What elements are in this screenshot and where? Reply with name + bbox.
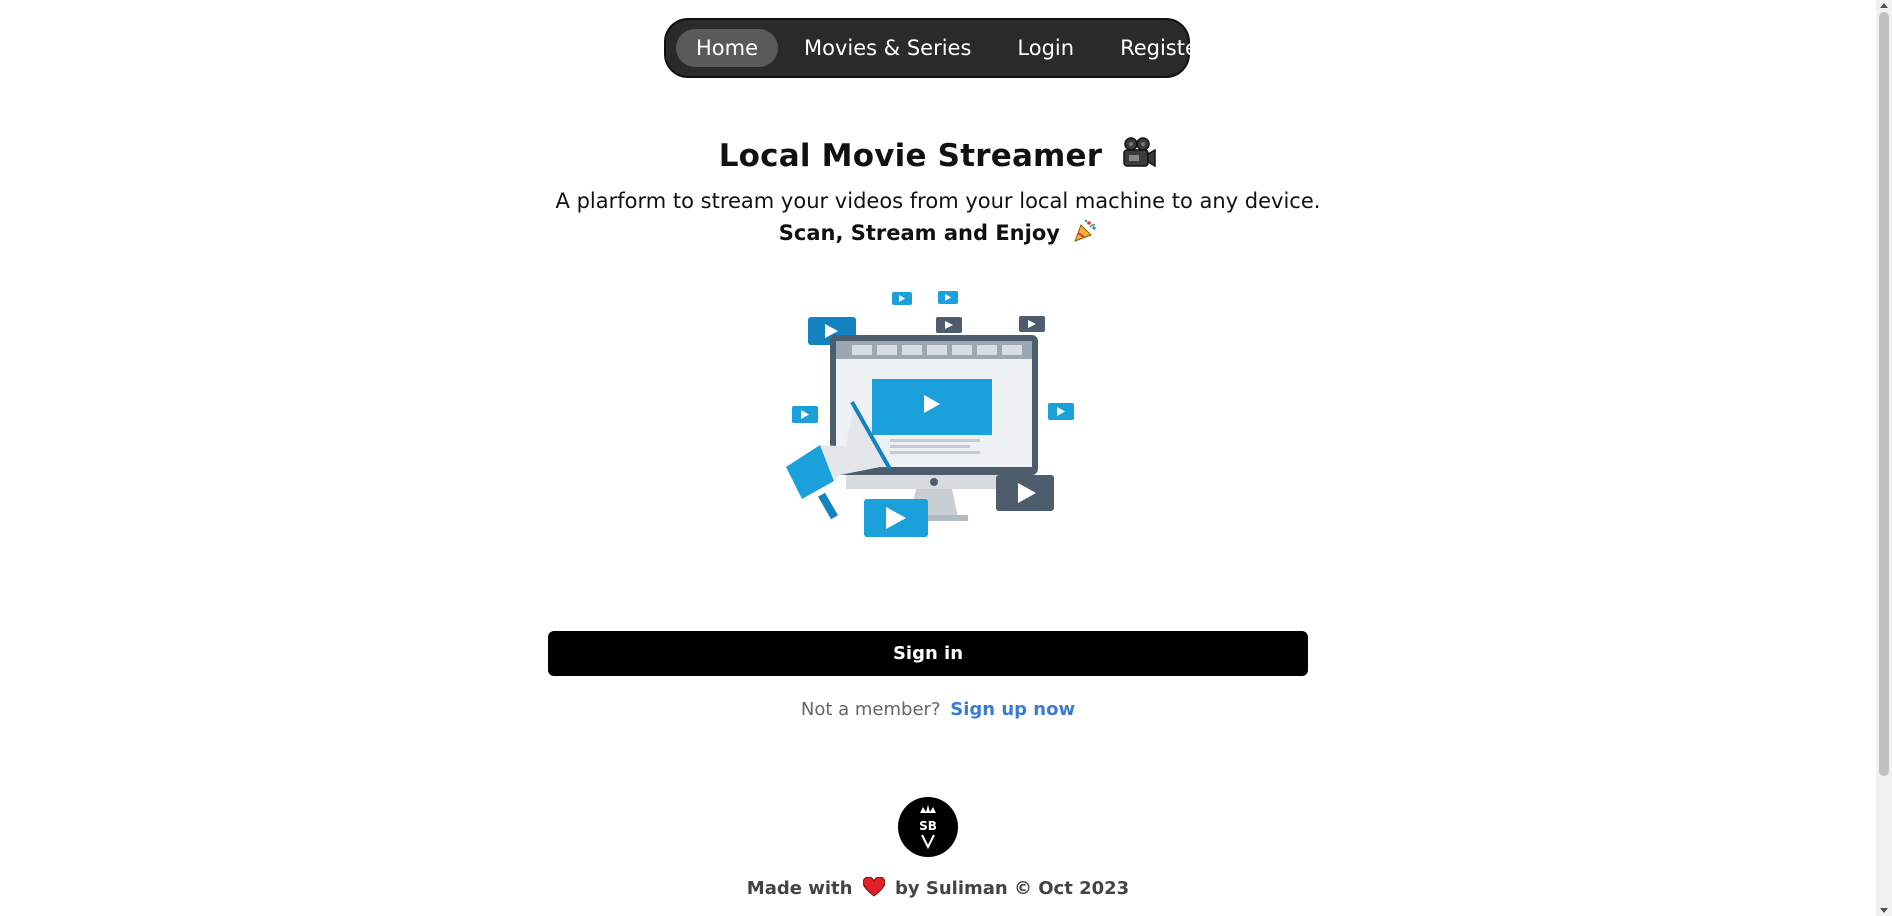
navbar: Home Movies & Series Login Register [664,18,1207,78]
page-subtitle: A plarform to stream your videos from yo… [555,189,1321,213]
nav-item-home[interactable]: Home [676,29,779,67]
sign-up-link[interactable]: Sign up now [950,699,1075,720]
party-popper-icon [1073,219,1097,248]
scrollbar-thumb[interactable] [1879,12,1889,776]
logo-text: SB [919,819,937,833]
tagline: Scan, Stream and Enjoy [0,219,1876,248]
movie-camera-icon [1121,136,1157,178]
member-text: Not a member? [800,699,941,720]
sign-in-button[interactable]: Sign in [548,631,1308,676]
vertical-scrollbar[interactable] [1876,0,1892,916]
brand-logo: SB [898,797,958,857]
nav-item-login[interactable]: Login [997,29,1094,67]
member-prompt: Not a member? Sign up now [0,699,1876,720]
page-title-text: Local Movie Streamer [718,138,1103,174]
footer-made-with: Made with [746,878,853,899]
sb-logo-icon: SB [919,805,937,850]
scroll-up-arrow-icon[interactable] [1880,3,1888,8]
page: Home Movies & Series Login Register Loca… [0,0,1876,916]
heart-icon [862,876,886,902]
page-title: Local Movie Streamer [0,136,1876,178]
footer-by-text: by Suliman © Oct 2023 [895,878,1130,899]
footer-credit: Made with by Suliman © Oct 2023 [0,876,1876,902]
nav-item-register[interactable]: Register [1100,29,1226,67]
tagline-text: Scan, Stream and Enjoy [778,221,1060,245]
streaming-illustration [780,287,1080,547]
nav-item-movies-series[interactable]: Movies & Series [784,29,991,67]
scroll-down-arrow-icon[interactable] [1880,908,1888,913]
